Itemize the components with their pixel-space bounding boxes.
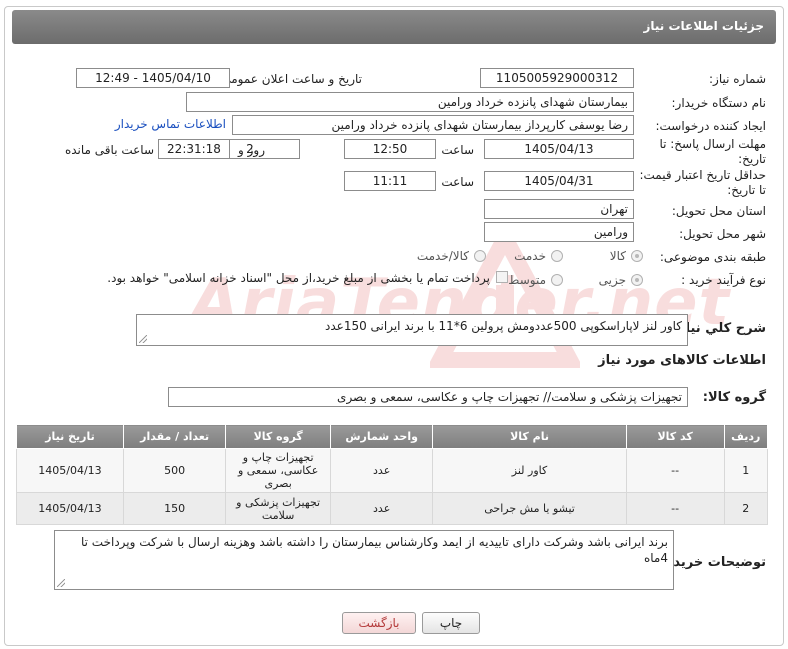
cell-quantity: 150 <box>122 492 227 525</box>
goods-group-label: گروه کالا: <box>702 390 766 405</box>
table-row: 1 -- کاور لنز عدد تجهیزات چاپ و عکاسی، س… <box>16 448 769 493</box>
goods-group-field: تجهیزات پزشکی و سلامت// تجهیزات چاپ و عک… <box>168 387 688 407</box>
col-unit: واحد شمارش <box>329 424 434 449</box>
print-button[interactable]: چاپ <box>422 612 480 634</box>
page-title: جزئیات اطلاعات نیاز <box>643 19 764 33</box>
need-number-label: شماره نیاز: <box>709 72 766 86</box>
process-option-medium: متوسط <box>508 273 546 287</box>
col-item-code: کد کالا <box>625 424 725 449</box>
remaining-label: ساعت باقی مانده <box>64 143 154 157</box>
cell-item-name: کاور لنز <box>432 448 627 493</box>
category-label: طبقه بندی موضوعی: <box>659 250 766 264</box>
category-option-goods: کالا <box>609 249 626 263</box>
description-textarea: کاور لنز لاپاراسکوپی 500عددومش پرولین 6*… <box>136 314 688 346</box>
process-radio-small[interactable] <box>631 274 643 286</box>
cell-item-code: -- <box>625 492 725 525</box>
process-label: نوع فرآیند خرید : <box>681 273 766 287</box>
col-row-number: ردیف <box>723 424 769 449</box>
deadline-date-field: 1405/04/13 <box>484 139 634 159</box>
creator-field: رضا یوسفی کارپرداز بیمارستان شهدای پانزد… <box>232 115 634 135</box>
buyer-contact-link[interactable]: اطلاعات تماس خریدار <box>115 117 226 131</box>
goods-section-title: اطلاعات کالاهای مورد نیاز <box>598 353 766 368</box>
deadline-time-label: ساعت <box>441 143 474 157</box>
description-text: کاور لنز لاپاراسکوپی 500عددومش پرولین 6*… <box>325 319 682 333</box>
deadline-time-field: 12:50 <box>344 139 436 159</box>
treasury-payment-note: پرداخت تمام یا بخشی از مبلغ خرید،از محل … <box>107 271 490 285</box>
validity-time-label: ساعت <box>441 175 474 189</box>
cell-group: تجهیزات پزشکی و سلامت <box>225 492 331 525</box>
col-quantity: تعداد / مقدار <box>122 424 227 449</box>
table-row: 2 -- تیشو یا مش جراحی عدد تجهیزات پزشکی … <box>16 492 769 525</box>
cell-quantity: 500 <box>122 448 227 493</box>
panel-header: جزئیات اطلاعات نیاز <box>12 10 776 44</box>
col-need-date: تاریخ نیاز <box>16 424 124 449</box>
buyer-notes-text: برند ایرانی باشد وشرکت دارای تاییدیه از … <box>80 535 668 565</box>
back-button[interactable]: بازگشت <box>342 612 416 634</box>
category-option-goods-service: کالا/خدمت <box>416 249 469 263</box>
city-field: ورامین <box>484 222 634 242</box>
announce-label: تاریخ و ساعت اعلان عمومی: <box>217 72 362 86</box>
province-field: تهران <box>484 199 634 219</box>
col-group: گروه کالا <box>225 424 331 449</box>
announce-field: 1405/04/10 - 12:49 <box>76 68 230 88</box>
cell-row-number: 1 <box>723 448 769 493</box>
province-label: استان محل تحویل: <box>671 204 766 218</box>
need-number-field: 1105005929000312 <box>480 68 634 88</box>
validity-label: حداقل تاریخ اعتبار قیمت: تا تاریخ: <box>639 168 766 197</box>
creator-label: ایجاد کننده درخواست: <box>655 119 766 133</box>
validity-date-field: 1405/04/31 <box>484 171 634 191</box>
process-option-small: جزیی <box>598 273 626 287</box>
goods-table: ردیف کد کالا نام کالا واحد شمارش گروه کا… <box>16 424 769 525</box>
cell-row-number: 2 <box>723 492 769 525</box>
cell-need-date: 1405/04/13 <box>16 492 124 525</box>
treasury-payment-checkbox[interactable] <box>496 271 508 283</box>
col-item-name: نام کالا <box>432 424 627 449</box>
process-radio-medium[interactable] <box>551 274 563 286</box>
validity-time-field: 11:11 <box>344 171 436 191</box>
category-option-service: خدمت <box>514 249 546 263</box>
cell-group: تجهیزات چاپ و عکاسی، سمعی و بصری <box>225 448 331 493</box>
remaining-time-field: 22:31:18 <box>158 139 230 159</box>
goods-table-header: ردیف کد کالا نام کالا واحد شمارش گروه کا… <box>16 424 769 449</box>
cell-unit: عدد <box>329 492 434 525</box>
cell-need-date: 1405/04/13 <box>16 448 124 493</box>
resize-handle[interactable] <box>139 335 147 343</box>
city-label: شهر محل تحویل: <box>679 227 766 241</box>
deadline-label: مهلت ارسال پاسخ: تا تاریخ: <box>659 137 766 166</box>
resize-handle[interactable] <box>57 579 65 587</box>
buyer-org-field: بیمارستان شهدای پانزده خرداد ورامین <box>186 92 634 112</box>
category-radio-service[interactable] <box>551 250 563 262</box>
cell-item-name: تیشو یا مش جراحی <box>432 492 627 525</box>
buyer-org-label: نام دستگاه خریدار: <box>671 96 767 110</box>
buyer-notes-textarea: برند ایرانی باشد وشرکت دارای تاییدیه از … <box>54 530 674 590</box>
cell-unit: عدد <box>329 448 434 493</box>
category-radio-goods-service[interactable] <box>474 250 486 262</box>
cell-item-code: -- <box>625 448 725 493</box>
days-label: روز و <box>238 143 265 157</box>
category-radio-goods[interactable] <box>631 250 643 262</box>
